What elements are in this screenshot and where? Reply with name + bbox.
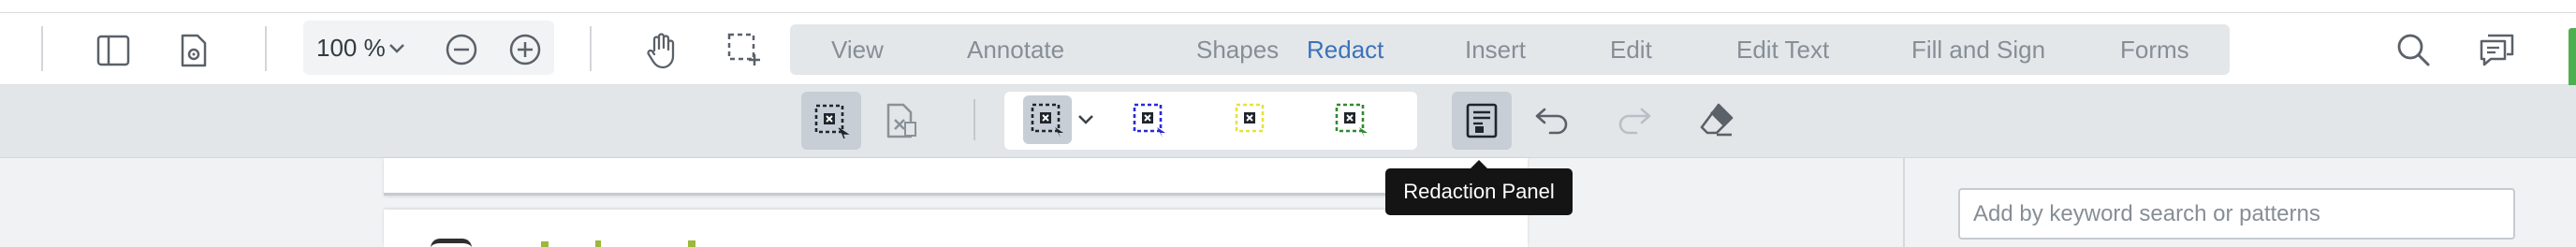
- toolbar-divider: [41, 26, 43, 71]
- mark-for-redaction-button[interactable]: [801, 92, 861, 150]
- document-page-bottom: [384, 158, 1528, 196]
- tab-redact[interactable]: Redact: [1307, 36, 1383, 65]
- pan-hand-icon[interactable]: [642, 30, 681, 71]
- page-glyph-partial: [688, 240, 695, 247]
- apply-redactions-button[interactable]: [872, 92, 930, 150]
- undo-icon[interactable]: [1531, 101, 1573, 138]
- toolbar-divider: [590, 26, 592, 71]
- redaction-panel-button[interactable]: [1452, 92, 1512, 150]
- page-glyph-partial: [595, 240, 601, 247]
- redaction-style-green-button[interactable]: [1329, 97, 1374, 142]
- zoom-value: 100 %: [316, 34, 386, 62]
- redaction-style-black-button[interactable]: [1023, 95, 1072, 144]
- toolbar-divider: [265, 26, 267, 71]
- redaction-style-yellow-button[interactable]: [1229, 97, 1274, 142]
- redaction-panel-divider: [1903, 158, 1905, 247]
- tab-shapes[interactable]: Shapes: [1196, 36, 1279, 65]
- tooltip-text: Redaction Panel: [1403, 180, 1555, 203]
- chevron-down-icon[interactable]: [386, 37, 408, 60]
- redaction-panel-tooltip: Redaction Panel: [1385, 160, 1573, 215]
- toolbar-divider: [973, 99, 975, 140]
- window-top-edge: [0, 0, 2576, 13]
- tab-edit-text[interactable]: Edit Text: [1736, 36, 1829, 65]
- tab-fill-and-sign[interactable]: Fill and Sign: [1911, 36, 2045, 65]
- tab-view[interactable]: View: [831, 36, 884, 65]
- zoom-out-icon[interactable]: [443, 31, 480, 68]
- tab-annotate[interactable]: Annotate: [967, 36, 1064, 65]
- document-page: [384, 210, 1528, 247]
- panel-toggle-icon[interactable]: [94, 31, 133, 70]
- comments-icon[interactable]: [2477, 30, 2518, 69]
- chevron-down-icon[interactable]: [1075, 110, 1097, 129]
- search-icon[interactable]: [2393, 30, 2433, 69]
- area-select-icon[interactable]: [724, 30, 764, 69]
- redo-icon[interactable]: [1614, 101, 1655, 138]
- keyword-search-input[interactable]: [1958, 188, 2515, 240]
- side-handle[interactable]: [2569, 28, 2576, 90]
- document-settings-icon[interactable]: [174, 31, 213, 70]
- eraser-icon[interactable]: [1696, 99, 1737, 140]
- page-glyph-partial: [541, 241, 549, 247]
- page-glyph-partial: [431, 239, 472, 247]
- redaction-style-blue-button[interactable]: [1127, 97, 1172, 142]
- tab-forms[interactable]: Forms: [2120, 36, 2189, 65]
- tab-insert[interactable]: Insert: [1465, 36, 1526, 65]
- zoom-in-icon[interactable]: [506, 31, 544, 68]
- tab-edit[interactable]: Edit: [1610, 36, 1652, 65]
